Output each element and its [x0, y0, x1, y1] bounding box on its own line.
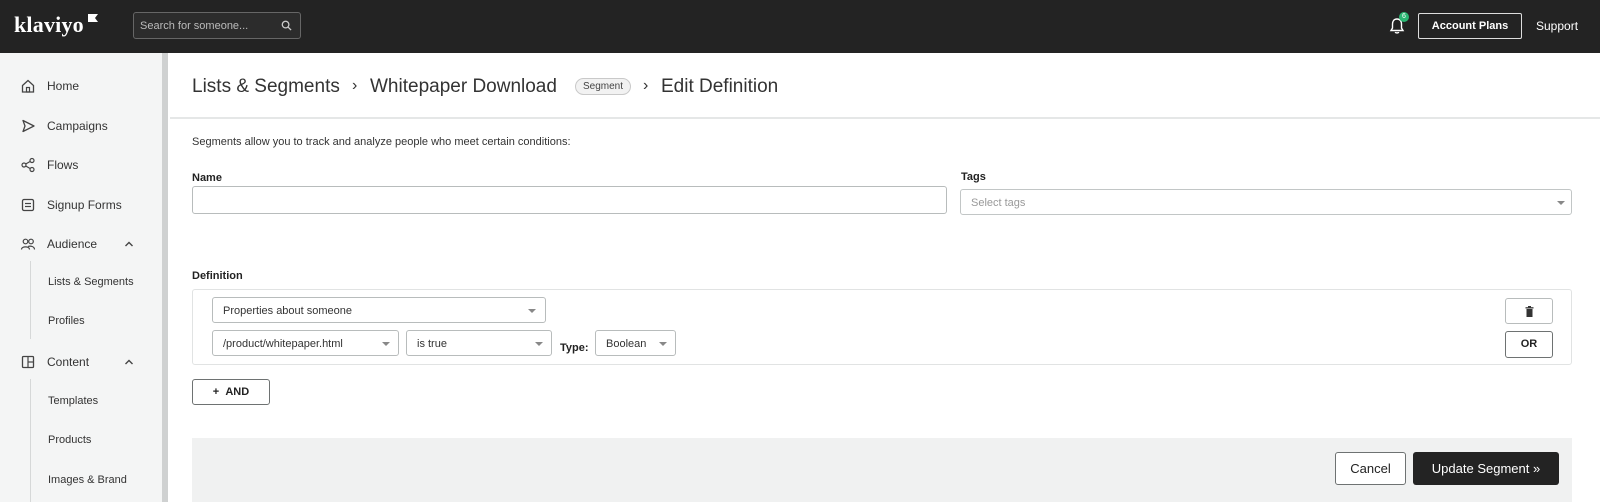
- or-button[interactable]: OR: [1505, 331, 1553, 358]
- sidebar-subitem-images-brand[interactable]: Images & Brand: [0, 468, 160, 494]
- type-value: Boolean: [606, 338, 647, 350]
- search-input[interactable]: [140, 18, 280, 34]
- name-label: Name: [192, 172, 222, 184]
- segment-badge: Segment: [575, 78, 632, 95]
- klaviyo-logo[interactable]: klaviyo: [14, 12, 84, 38]
- sidebar-subitem-profiles[interactable]: Profiles: [0, 309, 160, 335]
- notification-badge: 6: [1399, 12, 1409, 22]
- chevron-down-icon: [528, 309, 536, 313]
- home-icon: [21, 79, 35, 93]
- condition-type-value: Properties about someone: [223, 305, 353, 317]
- tags-placeholder: Select tags: [971, 197, 1026, 209]
- sidebar-subitem-label: Templates: [48, 395, 99, 407]
- chevron-down-icon: [1557, 201, 1565, 205]
- sidebar-subitem-label: Images & Brand: [48, 474, 127, 486]
- tags-select[interactable]: Select tags: [960, 189, 1572, 215]
- sidebar-subitem-label: Profiles: [48, 315, 85, 327]
- chevron-down-icon: [535, 342, 543, 346]
- property-select[interactable]: /product/whitepaper.html: [212, 330, 399, 356]
- plus-icon: +: [212, 386, 226, 398]
- name-input[interactable]: [192, 186, 947, 214]
- sidebar-subitem-lists-segments[interactable]: Lists & Segments: [0, 270, 160, 296]
- type-select[interactable]: Boolean: [595, 330, 676, 356]
- breadcrumb-lists-segments[interactable]: Lists & Segments: [192, 76, 340, 98]
- form-icon: [21, 198, 35, 212]
- page-title: Edit Definition: [661, 76, 779, 97]
- sidebar: Home Campaigns Flows Signup Forms Audien…: [0, 53, 162, 502]
- chevron-up-icon[interactable]: [124, 357, 134, 367]
- chevron-up-icon[interactable]: [124, 239, 134, 249]
- search-icon[interactable]: [281, 20, 292, 31]
- content-icon: [21, 355, 35, 369]
- breadcrumb-whitepaper-download[interactable]: Whitepaper Download: [370, 76, 557, 98]
- logo-flag-icon: [88, 14, 98, 22]
- breadcrumb-separator: ›: [643, 77, 649, 94]
- sidebar-subitem-products[interactable]: Products: [0, 428, 160, 454]
- update-segment-button[interactable]: Update Segment »: [1413, 452, 1559, 485]
- chevron-down-icon: [659, 342, 667, 346]
- property-value: /product/whitepaper.html: [223, 338, 343, 350]
- sidebar-item-label: Content: [47, 355, 90, 369]
- operator-select[interactable]: is true: [406, 330, 552, 356]
- sidebar-item-flows[interactable]: Flows: [0, 150, 160, 180]
- chevron-down-icon: [382, 342, 390, 346]
- trash-icon: [1525, 306, 1534, 317]
- send-icon: [22, 119, 35, 133]
- condition-type-select[interactable]: Properties about someone: [212, 297, 546, 323]
- users-icon: [20, 238, 36, 250]
- sidebar-subitem-label: Products: [48, 434, 92, 446]
- top-bar: klaviyo 6 Account Plans Support: [0, 0, 1600, 53]
- sidebar-item-signup-forms[interactable]: Signup Forms: [0, 190, 160, 220]
- delete-condition-button[interactable]: [1505, 298, 1553, 324]
- sidebar-item-content[interactable]: Content: [0, 347, 160, 377]
- sidebar-scrollbar[interactable]: [162, 53, 168, 502]
- sidebar-subitem-templates[interactable]: Templates: [0, 389, 160, 415]
- search-box[interactable]: [133, 12, 301, 39]
- account-plans-button[interactable]: Account Plans: [1418, 13, 1522, 39]
- support-link[interactable]: Support: [1536, 19, 1578, 33]
- add-and-condition-button[interactable]: + AND: [192, 379, 270, 405]
- sidebar-item-label: Campaigns: [47, 119, 108, 133]
- definition-label: Definition: [192, 270, 243, 282]
- sidebar-item-label: Flows: [47, 158, 79, 172]
- segment-intro-text: Segments allow you to track and analyze …: [192, 136, 571, 148]
- sidebar-item-label: Signup Forms: [47, 198, 122, 212]
- sidebar-subitem-label: Lists & Segments: [48, 276, 134, 288]
- operator-value: is true: [417, 338, 447, 350]
- breadcrumb-separator: ›: [352, 77, 358, 94]
- type-label: Type:: [560, 342, 589, 354]
- sidebar-item-label: Home: [47, 79, 80, 93]
- tags-label: Tags: [961, 171, 986, 183]
- sidebar-item-audience[interactable]: Audience: [0, 229, 160, 259]
- breadcrumb: Lists & Segments › Whitepaper Download S…: [170, 53, 1600, 119]
- and-button-label: AND: [225, 386, 250, 398]
- sidebar-item-label: Audience: [47, 237, 98, 251]
- sidebar-item-campaigns[interactable]: Campaigns: [0, 111, 160, 141]
- cancel-button[interactable]: Cancel: [1335, 452, 1406, 485]
- flow-icon: [21, 157, 35, 173]
- sidebar-item-home[interactable]: Home: [0, 71, 160, 101]
